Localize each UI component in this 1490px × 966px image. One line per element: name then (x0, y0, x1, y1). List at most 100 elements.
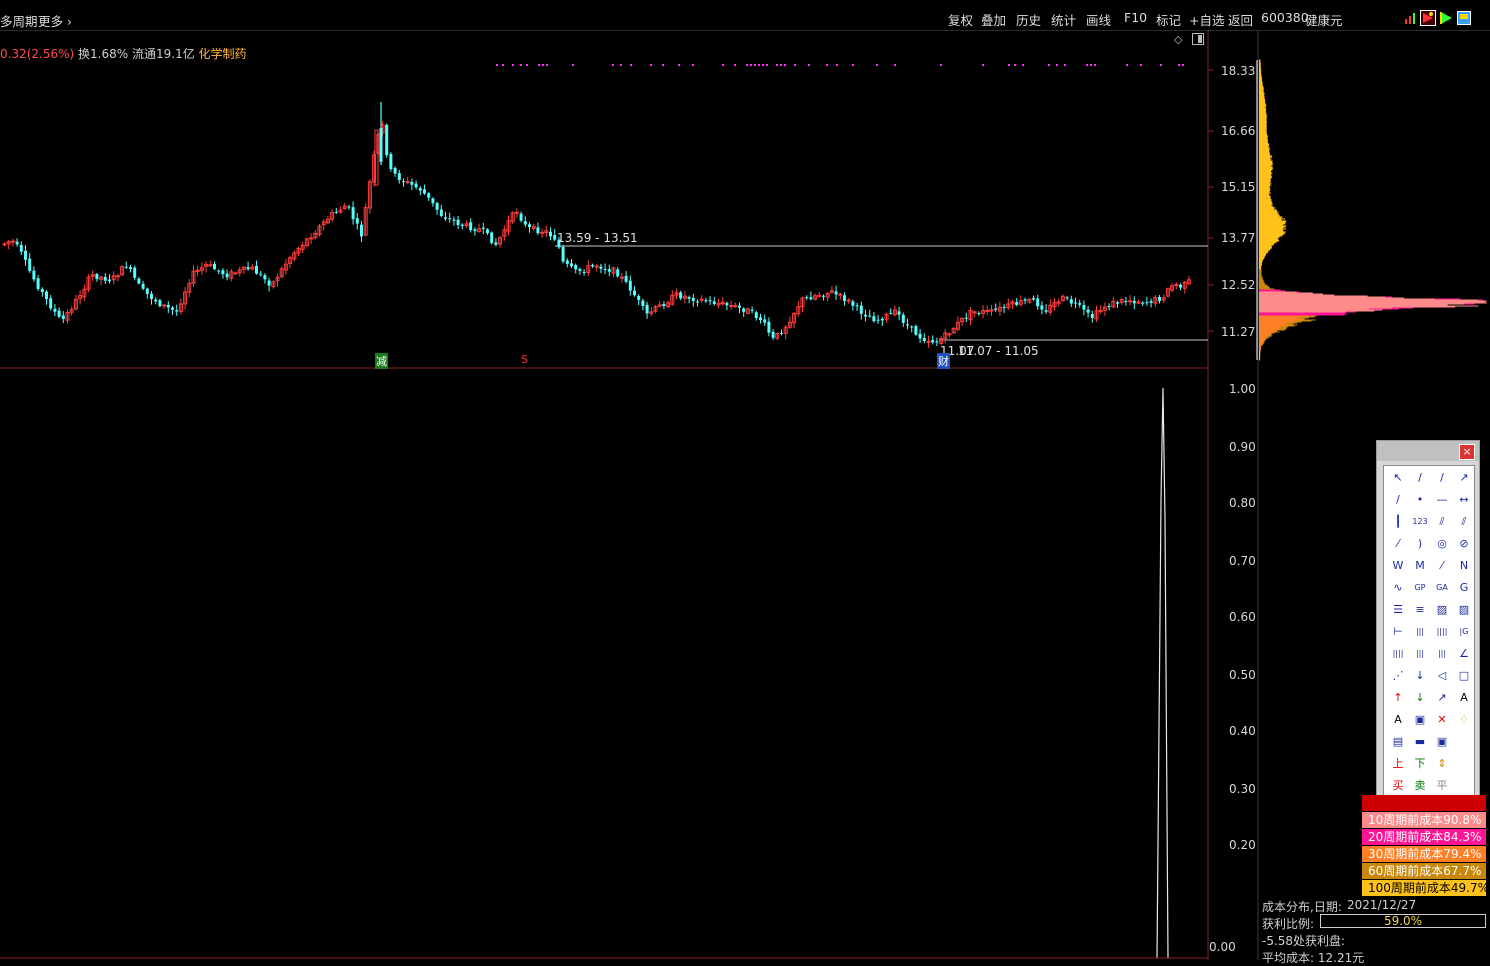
rising-line-icon[interactable]: ⁄ (1432, 556, 1452, 576)
level-lines-icon[interactable]: ≡ (1410, 600, 1430, 620)
zigzag-arrow-icon[interactable]: ↗ (1432, 688, 1452, 708)
toolbar-btn-f10[interactable]: F10 (1124, 10, 1147, 25)
toolbar-btn-biaoji[interactable]: 标记 (1156, 10, 1181, 29)
candle-body-down (914, 325, 918, 335)
top-toolbar: 多周期 更多 › 复权 叠加 历史 统计 画线 F10 标记 +自选 返回 60… (0, 0, 1490, 31)
toolbar-btn-lishi[interactable]: 历史 (1016, 10, 1041, 29)
down-arrow-green-icon[interactable]: ↓ (1410, 688, 1430, 708)
parallel-channel-icon[interactable]: ⫽ (1454, 512, 1474, 532)
close-icon[interactable]: × (1459, 444, 1475, 460)
image-icon[interactable]: ▣ (1432, 732, 1452, 752)
wave-count-icon[interactable]: 123 (1410, 512, 1430, 532)
arrow-line-icon[interactable]: ↗ (1454, 468, 1474, 488)
toolbar-btn-huaxian[interactable]: 画线 (1086, 10, 1111, 29)
parallel-short-icon[interactable]: ⁄ (1388, 534, 1408, 554)
fib-time-icon[interactable]: |||| (1388, 644, 1408, 664)
parallel-lines-icon[interactable]: ⫽ (1432, 512, 1452, 532)
note-icon[interactable]: ▤ (1388, 732, 1408, 752)
toolbar-btn-fanhui[interactable]: 返回 (1228, 10, 1253, 29)
multi-vertical-icon[interactable]: ||| (1410, 622, 1430, 642)
candle-body-down (418, 188, 422, 191)
gp-tool-icon[interactable]: GP (1410, 578, 1430, 598)
kline-chart[interactable] (0, 30, 1262, 960)
reduce-holding-marker[interactable]: 减 (375, 353, 388, 369)
candle-body-down (393, 167, 397, 174)
ga-tool-icon[interactable]: GA (1432, 578, 1452, 598)
flat-text-icon[interactable]: 平 (1432, 776, 1452, 796)
bulb-icon[interactable]: ♢ (1454, 710, 1474, 730)
buy-marker-icon[interactable]: 买 (1388, 776, 1408, 796)
fib-fan-channel-icon[interactable]: ▨ (1454, 600, 1474, 620)
segment-icon[interactable]: / (1388, 490, 1408, 510)
zigzag-m-icon[interactable]: M (1410, 556, 1430, 576)
horizontal-line-icon[interactable]: ↔ (1454, 490, 1474, 510)
candle-body-down (742, 308, 746, 312)
horizontal-ray-icon[interactable]: — (1432, 490, 1452, 510)
s-marker[interactable]: S (521, 353, 528, 366)
cycle-lines-icon[interactable]: ⊢ (1388, 622, 1408, 642)
candle-body-down (95, 273, 99, 280)
vertical-marker-icon[interactable]: ┃ (1388, 512, 1408, 532)
up-arrow-red-icon[interactable]: ↑ (1388, 688, 1408, 708)
candle-body-down (822, 295, 825, 297)
fan-lines-icon[interactable]: ⋰ (1388, 666, 1408, 686)
candle-body-down (444, 217, 447, 219)
candle-body-down (15, 241, 19, 245)
indicator-tick: 0.70 (1229, 554, 1256, 568)
wave-icon[interactable]: ∿ (1388, 578, 1408, 598)
candle-body-down (1124, 300, 1128, 302)
flat-marker-icon[interactable]: ⇕ (1432, 754, 1452, 774)
down-marker-icon[interactable]: 下 (1410, 754, 1430, 774)
flag-green-icon[interactable] (1439, 11, 1453, 25)
triangle-icon[interactable]: ◁ (1432, 666, 1452, 686)
falling-line-icon[interactable]: N (1454, 556, 1474, 576)
text-a-icon[interactable]: A (1454, 688, 1474, 708)
flag-red-icon[interactable] (1420, 10, 1436, 26)
horizontal-segment-icon[interactable]: • (1410, 490, 1430, 510)
candle-body-down (334, 211, 338, 213)
period-selector[interactable]: 多周期 (0, 11, 38, 30)
candle-body-down (780, 332, 783, 334)
period-lines-icon[interactable]: |||| (1432, 622, 1452, 642)
g-tool-icon[interactable]: G (1454, 578, 1474, 598)
no-entry-icon[interactable]: ⊘ (1454, 534, 1474, 554)
down-arrow-icon[interactable]: ↓ (1410, 666, 1430, 686)
stock-name: 健康元 (1305, 13, 1343, 28)
candle-body-up (972, 311, 977, 314)
candle-body-down (414, 183, 418, 188)
toolbar-btn-diejia[interactable]: 叠加 (981, 10, 1006, 29)
gann-fan-icon[interactable]: ∠ (1454, 644, 1474, 664)
speed-fan-icon[interactable]: ||| (1432, 644, 1452, 664)
sell-marker-icon[interactable]: 卖 (1410, 776, 1430, 796)
rectangle-icon[interactable]: □ (1454, 666, 1474, 686)
fib-levels-icon[interactable]: ☰ (1388, 600, 1408, 620)
candle-body-down (851, 301, 855, 306)
candle-body-down (977, 312, 981, 314)
ray-icon[interactable]: / (1432, 468, 1452, 488)
signal-dot (542, 64, 544, 66)
window-icon[interactable] (1457, 11, 1471, 25)
gray-box-icon[interactable]: ▣ (1410, 710, 1430, 730)
finance-marker[interactable]: 财 (937, 353, 950, 369)
bars-icon[interactable] (1404, 11, 1418, 25)
vertical-text-icon[interactable]: |G (1454, 622, 1474, 642)
candle-body-down (166, 304, 170, 308)
more-menu[interactable]: 更多 › (38, 11, 72, 30)
toolbar-btn-zixuan[interactable]: +自选 (1189, 10, 1224, 29)
toolbar-btn-tongji[interactable]: 统计 (1051, 10, 1076, 29)
toolbar-btn-fuquan[interactable]: 复权 (948, 10, 973, 29)
zigzag-w-icon[interactable]: W (1388, 556, 1408, 576)
arc-icon[interactable]: ) (1410, 534, 1430, 554)
up-marker-icon[interactable]: 上 (1388, 754, 1408, 774)
candle-body-down (1040, 305, 1044, 310)
line-icon[interactable]: / (1410, 468, 1430, 488)
candle-body-down (1078, 303, 1082, 305)
text-label-icon[interactable]: A (1388, 710, 1408, 730)
gann-lines-icon[interactable]: ||| (1410, 644, 1430, 664)
delete-x-icon[interactable]: ✕ (1432, 710, 1452, 730)
ruler-icon[interactable]: ▬ (1410, 732, 1430, 752)
fib-channel-icon[interactable]: ▨ (1432, 600, 1452, 620)
candle-body-down (150, 293, 153, 299)
cursor-icon[interactable]: ↖ (1388, 468, 1408, 488)
circle-icon[interactable]: ◎ (1432, 534, 1452, 554)
